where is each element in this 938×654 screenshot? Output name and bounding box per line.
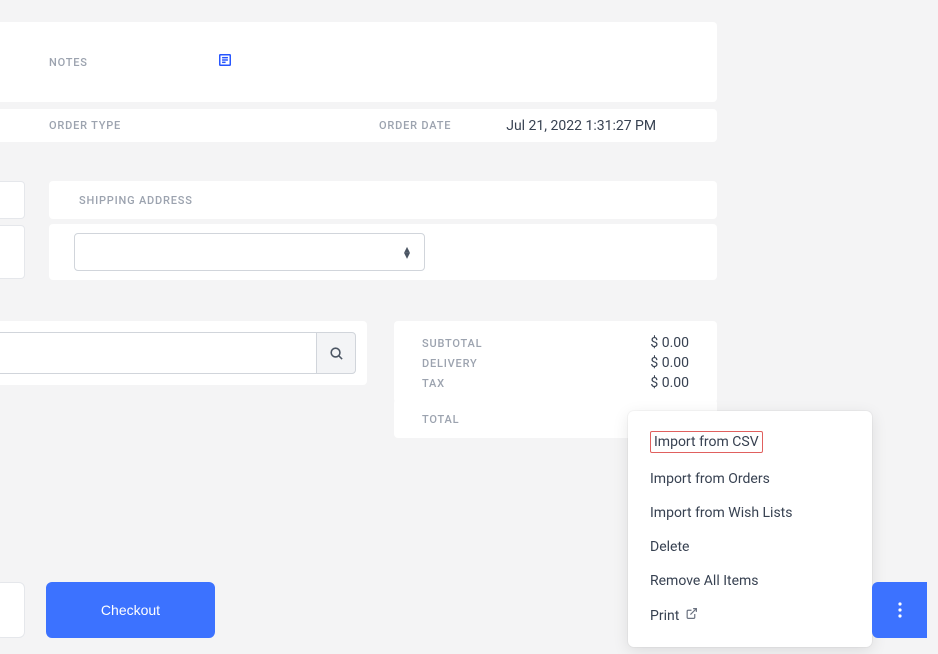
search-icon: [329, 346, 344, 361]
actions-menu: Import from CSV Import from Orders Impor…: [628, 411, 872, 647]
notes-panel: NOTES: [0, 22, 717, 102]
tax-label: TAX: [422, 377, 445, 390]
subtotal-label: SUBTOTAL: [422, 337, 482, 350]
total-label: TOTAL: [422, 413, 459, 426]
delivery-value: $ 0.00: [650, 355, 689, 371]
menu-item-import-orders-label: Import from Orders: [650, 471, 770, 487]
menu-item-remove-all[interactable]: Remove All Items: [628, 564, 872, 598]
shipping-address-select[interactable]: ▴▾: [74, 233, 425, 271]
search-panel: [0, 321, 367, 385]
order-type-label: ORDER TYPE: [49, 119, 121, 132]
subtotal-row: SUBTOTAL $ 0.00: [422, 335, 689, 351]
shipping-address-body: ▴▾: [49, 224, 717, 280]
menu-item-import-orders[interactable]: Import from Orders: [628, 462, 872, 496]
subtotal-value: $ 0.00: [650, 335, 689, 351]
external-link-icon: [685, 607, 698, 624]
menu-item-delete[interactable]: Delete: [628, 530, 872, 564]
checkout-button-label: Checkout: [101, 602, 160, 618]
search-input[interactable]: [0, 332, 316, 374]
notes-label: NOTES: [49, 56, 88, 69]
shipping-address-label: SHIPPING ADDRESS: [79, 194, 193, 207]
delivery-row: DELIVERY $ 0.00: [422, 355, 689, 371]
bottom-left-partial-button[interactable]: [0, 582, 25, 638]
tax-value: $ 0.00: [650, 375, 689, 391]
menu-item-remove-all-label: Remove All Items: [650, 573, 759, 589]
notes-icon[interactable]: [218, 53, 232, 71]
checkout-button[interactable]: Checkout: [46, 582, 215, 638]
menu-item-import-csv[interactable]: Import from CSV: [628, 425, 872, 462]
left-partial-panel-2: [0, 225, 25, 279]
more-actions-button[interactable]: [872, 582, 927, 638]
order-date-label: ORDER DATE: [379, 119, 451, 132]
totals-panel: SUBTOTAL $ 0.00 DELIVERY $ 0.00 TAX $ 0.…: [394, 321, 717, 403]
order-date-value: Jul 21, 2022 1:31:27 PM: [506, 118, 656, 134]
delivery-label: DELIVERY: [422, 357, 478, 370]
menu-item-delete-label: Delete: [650, 539, 689, 555]
menu-item-print-label: Print: [650, 608, 679, 624]
menu-item-import-wishlists[interactable]: Import from Wish Lists: [628, 496, 872, 530]
menu-item-import-wishlists-label: Import from Wish Lists: [650, 505, 793, 521]
tax-row: TAX $ 0.00: [422, 375, 689, 391]
kebab-icon: [898, 602, 902, 618]
menu-item-print[interactable]: Print: [628, 598, 872, 633]
order-info-row: ORDER TYPE ORDER DATE Jul 21, 2022 1:31:…: [0, 109, 717, 142]
left-partial-panel-1: [0, 181, 25, 219]
select-sort-icon: ▴▾: [404, 246, 410, 258]
search-button[interactable]: [316, 332, 356, 374]
shipping-address-header: SHIPPING ADDRESS: [49, 181, 717, 219]
menu-item-import-csv-label: Import from CSV: [650, 431, 763, 453]
